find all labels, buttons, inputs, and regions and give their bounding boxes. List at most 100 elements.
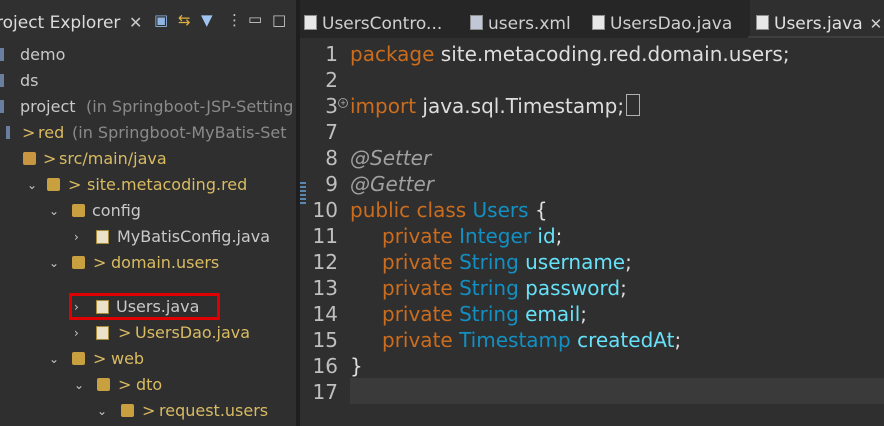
tree-item-label: project — [20, 97, 76, 116]
tree-item-label: ds — [20, 71, 39, 90]
tab-usersdao-java[interactable]: UsersDao.java — [592, 0, 742, 38]
tree-item-label: web — [111, 349, 145, 368]
line-number: 9 — [325, 172, 338, 196]
line-number: 15 — [312, 328, 338, 352]
tree-item-project[interactable]: project (in Springboot-JSP-Setting — [0, 94, 296, 120]
project-icon — [6, 126, 10, 139]
tree-item-label: src/main/java — [59, 149, 167, 168]
link-with-editor-icon[interactable]: ⇆ — [178, 11, 191, 29]
git-decorator: > — [68, 175, 82, 194]
chevron-right-icon[interactable]: › — [74, 320, 79, 346]
tree-item-request-users[interactable]: ⌄ > request.users — [0, 398, 296, 424]
code-line-8: @Setter — [350, 146, 432, 170]
working-set-qualifier: (in Springboot-JSP-Setting — [86, 97, 294, 116]
git-decorator: > — [93, 253, 107, 272]
project-explorer-panel: roject Explorer ✕ ▣ ⇆ ▼ ⋮ ▭ □ demo ds pr… — [0, 0, 296, 426]
code-line-16: } — [350, 354, 363, 378]
explorer-header: roject Explorer ✕ ▣ ⇆ ▼ ⋮ ▭ □ — [0, 0, 296, 40]
chevron-right-icon[interactable]: › — [74, 224, 79, 250]
line-number: 1 — [325, 42, 338, 66]
tree-item-web[interactable]: ⌄ > web — [0, 346, 296, 372]
chevron-down-icon[interactable]: ⌄ — [49, 250, 59, 276]
tab-label: UsersDao.java — [610, 14, 733, 34]
tree-item-src-main-java[interactable]: > src/main/java — [0, 146, 296, 172]
tab-users-xml[interactable]: users.xml — [470, 0, 580, 38]
tree-item-label: red — [38, 123, 65, 142]
tree-item-usersdao-java[interactable]: › > UsersDao.java — [0, 320, 296, 346]
close-icon[interactable]: ✕ — [129, 13, 142, 32]
collapse-all-icon[interactable]: ▣ — [154, 11, 168, 29]
package-icon — [72, 256, 85, 269]
tab-users-controller[interactable]: UsersContro... — [304, 0, 446, 38]
code-line-1: package site.metacoding.red.domain.users… — [350, 42, 790, 66]
tab-label: Users.java — [774, 14, 863, 34]
code-line-10: public class Users { — [350, 198, 548, 222]
code-line-12: private String username; — [382, 250, 632, 274]
package-icon — [72, 352, 85, 365]
tree-item-domain-users[interactable]: ⌄ > domain.users — [0, 250, 296, 276]
package-icon — [47, 178, 60, 191]
chevron-down-icon[interactable]: ⌄ — [27, 172, 37, 198]
explorer-title[interactable]: roject Explorer — [0, 13, 120, 33]
code-editor: UsersContro... users.xml UsersDao.java U… — [300, 0, 884, 426]
code-line-3: import java.sql.Timestamp; — [350, 94, 641, 118]
tab-label: UsersContro... — [322, 14, 443, 34]
tree-item-red[interactable]: > red (in Springboot-MyBatis-Set — [0, 120, 296, 146]
line-number: 14 — [312, 302, 338, 326]
tree-item-label: demo — [20, 45, 66, 64]
line-number-gutter: 1 2 3 7 8 9 10 11 12 13 14 15 16 17 — [300, 38, 346, 426]
tab-label: users.xml — [488, 14, 571, 34]
folded-code-icon — [626, 94, 641, 116]
code-line-9: @Getter — [350, 172, 435, 196]
tree-item-site-metacoding-red[interactable]: ⌄ > site.metacoding.red — [0, 172, 296, 198]
java-file-icon — [96, 326, 109, 340]
java-file-icon — [592, 15, 605, 30]
git-decorator: > — [93, 349, 107, 368]
git-decorator: > — [118, 323, 132, 342]
java-file-icon — [756, 15, 769, 30]
chevron-down-icon[interactable]: ⌄ — [49, 198, 59, 224]
tree-item-demo[interactable]: demo — [0, 42, 296, 68]
line-number: 11 — [312, 224, 338, 248]
package-icon — [72, 204, 85, 217]
tree-item-label: config — [92, 201, 141, 220]
git-decorator: > — [43, 149, 57, 168]
tree-item-label: UsersDao.java — [135, 323, 251, 342]
highlight-box — [69, 293, 220, 320]
project-icon — [0, 74, 4, 87]
tree-item-config[interactable]: ⌄ config — [0, 198, 296, 224]
line-number: 16 — [312, 354, 338, 378]
code-line-15: private Timestamp createdAt; — [382, 328, 682, 352]
minimize-icon[interactable]: ▭ — [248, 10, 262, 28]
java-file-icon — [96, 230, 109, 244]
project-icon — [0, 100, 4, 113]
project-icon — [0, 48, 4, 61]
chevron-down-icon[interactable]: ⌄ — [74, 372, 84, 398]
git-decorator: > — [22, 123, 36, 142]
tree-item-mybatisconfig[interactable]: › MyBatisConfig.java — [0, 224, 296, 250]
tree-item-dto[interactable]: ⌄ > dto — [0, 372, 296, 398]
code-line-14: private String email; — [382, 302, 588, 326]
line-number: 7 — [325, 120, 338, 144]
chevron-down-icon[interactable]: ⌄ — [49, 346, 59, 372]
close-icon[interactable]: ✕ — [870, 15, 883, 33]
git-decorator: > — [142, 401, 156, 420]
tree-item-ds[interactable]: ds — [0, 68, 296, 94]
tab-users-java[interactable]: Users.java ✕ — [750, 0, 884, 38]
maximize-icon[interactable]: □ — [272, 11, 286, 29]
code-line-11: private Integer id; — [382, 224, 563, 248]
view-menu-icon[interactable]: ⋮ — [227, 11, 242, 29]
line-number: 3 — [325, 94, 338, 118]
java-file-icon — [304, 15, 317, 30]
chevron-down-icon[interactable]: ⌄ — [97, 398, 107, 424]
line-number: 8 — [325, 146, 338, 170]
filter-icon[interactable]: ▼ — [201, 11, 213, 29]
git-decorator: > — [118, 375, 132, 394]
fold-expand-icon[interactable]: + — [338, 98, 348, 108]
code-line-13: private String password; — [382, 276, 627, 300]
code-area[interactable]: package site.metacoding.red.domain.users… — [350, 38, 884, 426]
package-icon — [97, 378, 110, 391]
quick-diff-marker — [300, 180, 306, 204]
tree-item-label: MyBatisConfig.java — [117, 227, 271, 246]
line-number: 2 — [325, 68, 338, 92]
